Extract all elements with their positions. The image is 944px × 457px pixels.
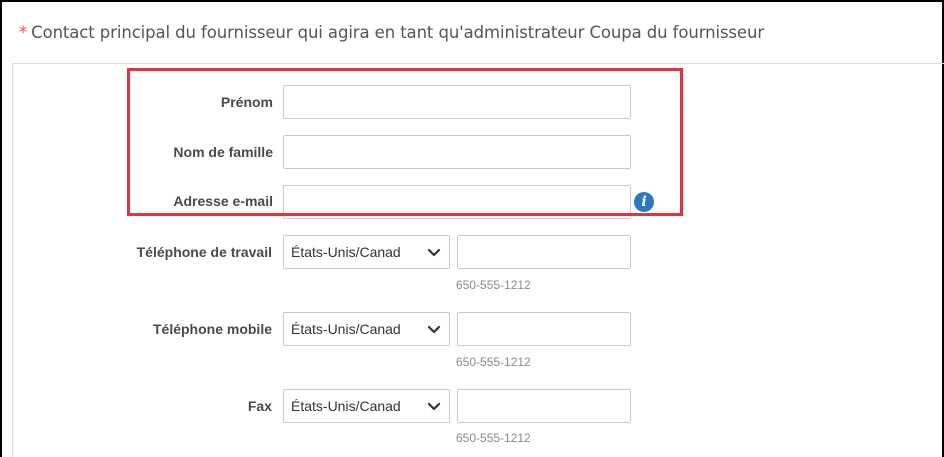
chevron-down-icon [427,248,441,257]
mobile-phone-country-value: États-Unis/Canad [291,321,401,337]
work-phone-country-select[interactable]: États-Unis/Canad [283,235,450,269]
fax-number-input[interactable] [457,389,631,423]
mobile-phone-label: Téléphone mobile [152,321,272,337]
work-phone-number-input[interactable] [457,235,631,269]
fax-country-value: États-Unis/Canad [291,398,401,414]
work-phone-hint: 650-555-1212 [456,278,531,292]
chevron-down-icon [427,325,441,334]
work-phone-country-value: États-Unis/Canad [291,244,401,260]
required-marker: * [19,23,28,42]
section-divider [12,63,944,64]
chevron-down-icon [427,402,441,411]
fax-hint: 650-555-1212 [456,431,531,445]
mobile-phone-hint: 650-555-1212 [456,355,531,369]
panel-border [12,63,13,457]
section-title: * Contact principal du fournisseur qui ag… [19,23,764,42]
section-title-text: Contact principal du fournisseur qui agi… [31,23,765,42]
work-phone-label: Téléphone de travail [136,244,272,260]
highlight-box [127,68,683,216]
fax-country-select[interactable]: États-Unis/Canad [283,389,450,423]
mobile-phone-number-input[interactable] [457,312,631,346]
fax-label: Fax [247,398,272,414]
mobile-phone-country-select[interactable]: États-Unis/Canad [283,312,450,346]
